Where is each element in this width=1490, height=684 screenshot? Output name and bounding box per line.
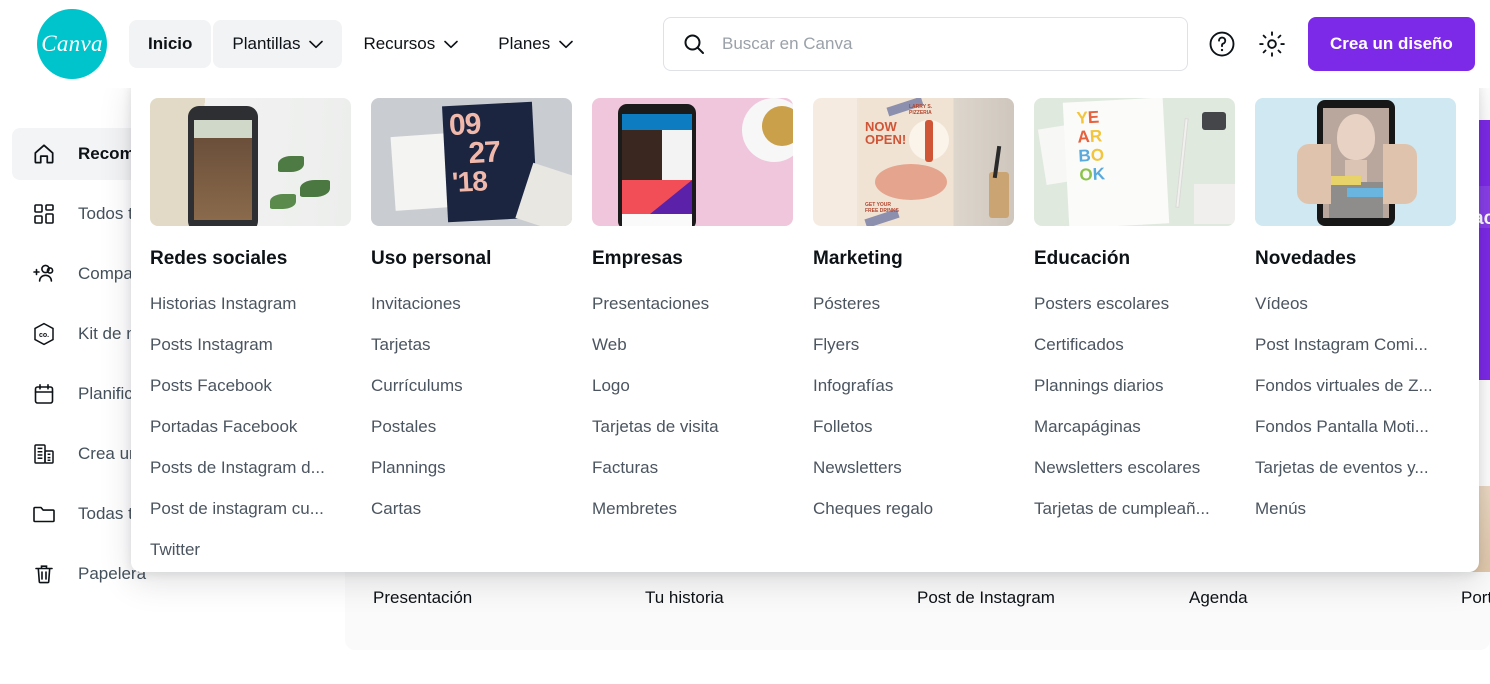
menu-link[interactable]: Newsletters escolares <box>1034 458 1232 478</box>
menu-column-title: Novedades <box>1255 248 1357 269</box>
menu-link[interactable]: Posters escolares <box>1034 294 1232 314</box>
menu-link[interactable]: Certificados <box>1034 335 1232 355</box>
menu-link[interactable]: Postales <box>371 417 569 437</box>
menu-link[interactable]: Post de instagram cu... <box>150 499 348 519</box>
menu-link[interactable]: Plannings <box>371 458 569 478</box>
menu-column-thumbnail[interactable] <box>150 98 351 226</box>
menu-link[interactable]: Twitter <box>150 540 348 560</box>
nav-item-label: Planes <box>498 34 551 53</box>
menu-column-title: Redes sociales <box>150 248 288 269</box>
menu-link[interactable]: Pósteres <box>813 294 1011 314</box>
menu-link[interactable]: Infografías <box>813 376 1011 396</box>
menu-link[interactable]: Flyers <box>813 335 1011 355</box>
menu-link[interactable]: Folletos <box>813 417 1011 437</box>
menu-link[interactable]: Tarjetas <box>371 335 569 355</box>
primary-nav: Inicio Plantillas Recursos Planes <box>129 20 592 68</box>
menu-link[interactable]: Tarjetas de cumpleañ... <box>1034 499 1232 519</box>
svg-text:co.: co. <box>39 332 49 339</box>
chevron-down-icon <box>559 40 574 49</box>
menu-column-redes-sociales: Redes sociales Historias Instagram Posts… <box>150 98 371 572</box>
nav-item-inicio[interactable]: Inicio <box>129 20 212 68</box>
design-card-label: Portada de Facebook <box>1461 588 1490 607</box>
brand-kit-icon: co. <box>30 320 58 348</box>
design-card-label: Tu historia <box>645 588 724 607</box>
menu-link[interactable]: Cartas <box>371 499 569 519</box>
canva-logo-text: Canva <box>41 31 103 56</box>
menu-column-title: Uso personal <box>371 248 492 269</box>
menu-column-empresas: Empresas Presentaciones Web Logo Tarjeta… <box>592 98 813 572</box>
menu-column-thumbnail[interactable]: YE AR BO OK <box>1034 98 1235 226</box>
menu-link[interactable]: Tarjetas de visita <box>592 417 790 437</box>
calendar-icon <box>30 380 58 408</box>
menu-link[interactable]: Posts de Instagram d... <box>150 458 348 478</box>
menu-link[interactable]: Fondos Pantalla Moti... <box>1255 417 1453 437</box>
design-card-label: Agenda <box>1189 588 1248 607</box>
top-header: Canva Inicio Plantillas Recursos Planes <box>0 0 1490 88</box>
menu-link[interactable]: Posts Facebook <box>150 376 348 396</box>
design-card-label: Presentación <box>373 588 473 607</box>
menu-link[interactable]: Fondos virtuales de Z... <box>1255 376 1453 396</box>
menu-column-thumbnail[interactable]: 09 27 '18 <box>371 98 572 226</box>
menu-column-title: Educación <box>1034 248 1131 269</box>
menu-link[interactable]: Historias Instagram <box>150 294 348 314</box>
design-card-label: Post de Instagram <box>917 588 1055 607</box>
menu-link[interactable]: Invitaciones <box>371 294 569 314</box>
create-design-button-label: Crea un diseño <box>1330 34 1453 53</box>
menu-column-novedades: Novedades Vídeos Post Instagram Comi... … <box>1255 98 1476 572</box>
nav-item-label: Recursos <box>363 34 436 53</box>
menu-link[interactable]: Currículums <box>371 376 569 396</box>
menu-link[interactable]: Post Instagram Comi... <box>1255 335 1453 355</box>
add-people-icon <box>30 260 58 288</box>
help-button[interactable] <box>1200 22 1244 66</box>
menu-link[interactable]: Logo <box>592 376 790 396</box>
canva-logo[interactable]: Canva <box>37 9 107 79</box>
menu-link[interactable]: Tarjetas de eventos y... <box>1255 458 1453 478</box>
menu-link[interactable]: Posts Instagram <box>150 335 348 355</box>
menu-column-thumbnail[interactable] <box>592 98 793 226</box>
menu-column-educacion: YE AR BO OK Educación Posters escolares … <box>1034 98 1255 572</box>
menu-link[interactable]: Menús <box>1255 499 1453 519</box>
nav-item-plantillas[interactable]: Plantillas <box>213 20 343 68</box>
menu-column-thumbnail[interactable]: LARRY S. PIZZERIA NOW OPEN! GET YOUR FREE D… <box>813 98 1014 226</box>
chevron-down-icon <box>444 40 459 49</box>
menu-link[interactable]: Newsletters <box>813 458 1011 478</box>
building-icon <box>30 440 58 468</box>
menu-link[interactable]: Cheques regalo <box>813 499 1011 519</box>
search-icon <box>682 32 706 56</box>
menu-link[interactable]: Web <box>592 335 790 355</box>
home-icon <box>30 140 58 168</box>
grid-icon <box>30 200 58 228</box>
canva-home-page: ac Presentación Tu historia Post de Inst… <box>0 0 1490 684</box>
nav-item-label: Plantillas <box>232 34 301 53</box>
chevron-down-icon <box>309 40 324 49</box>
menu-column-thumbnail[interactable] <box>1255 98 1456 226</box>
nav-item-label: Inicio <box>148 34 193 53</box>
menu-column-uso-personal: 09 27 '18 Uso personal Invitaciones Tarj… <box>371 98 592 572</box>
nav-item-planes[interactable]: Planes <box>479 20 592 68</box>
menu-column-marketing: LARRY S. PIZZERIA NOW OPEN! GET YOUR FREE D… <box>813 98 1034 572</box>
plantillas-mega-menu: Redes sociales Historias Instagram Posts… <box>131 78 1479 572</box>
menu-link[interactable]: Membretes <box>592 499 790 519</box>
create-design-button[interactable]: Crea un diseño <box>1308 17 1475 71</box>
menu-link[interactable]: Facturas <box>592 458 790 478</box>
menu-link[interactable]: Portadas Facebook <box>150 417 348 437</box>
settings-button[interactable] <box>1250 22 1294 66</box>
menu-link[interactable]: Vídeos <box>1255 294 1453 314</box>
folder-icon <box>30 500 58 528</box>
menu-link[interactable]: Marcapáginas <box>1034 417 1232 437</box>
nav-item-recursos[interactable]: Recursos <box>344 20 477 68</box>
menu-column-title: Marketing <box>813 248 903 269</box>
trash-icon <box>30 560 58 588</box>
menu-link[interactable]: Plannings diarios <box>1034 376 1232 396</box>
search-bar[interactable] <box>663 17 1188 71</box>
search-input[interactable] <box>722 29 1142 59</box>
menu-link[interactable]: Presentaciones <box>592 294 790 314</box>
menu-column-title: Empresas <box>592 248 683 269</box>
